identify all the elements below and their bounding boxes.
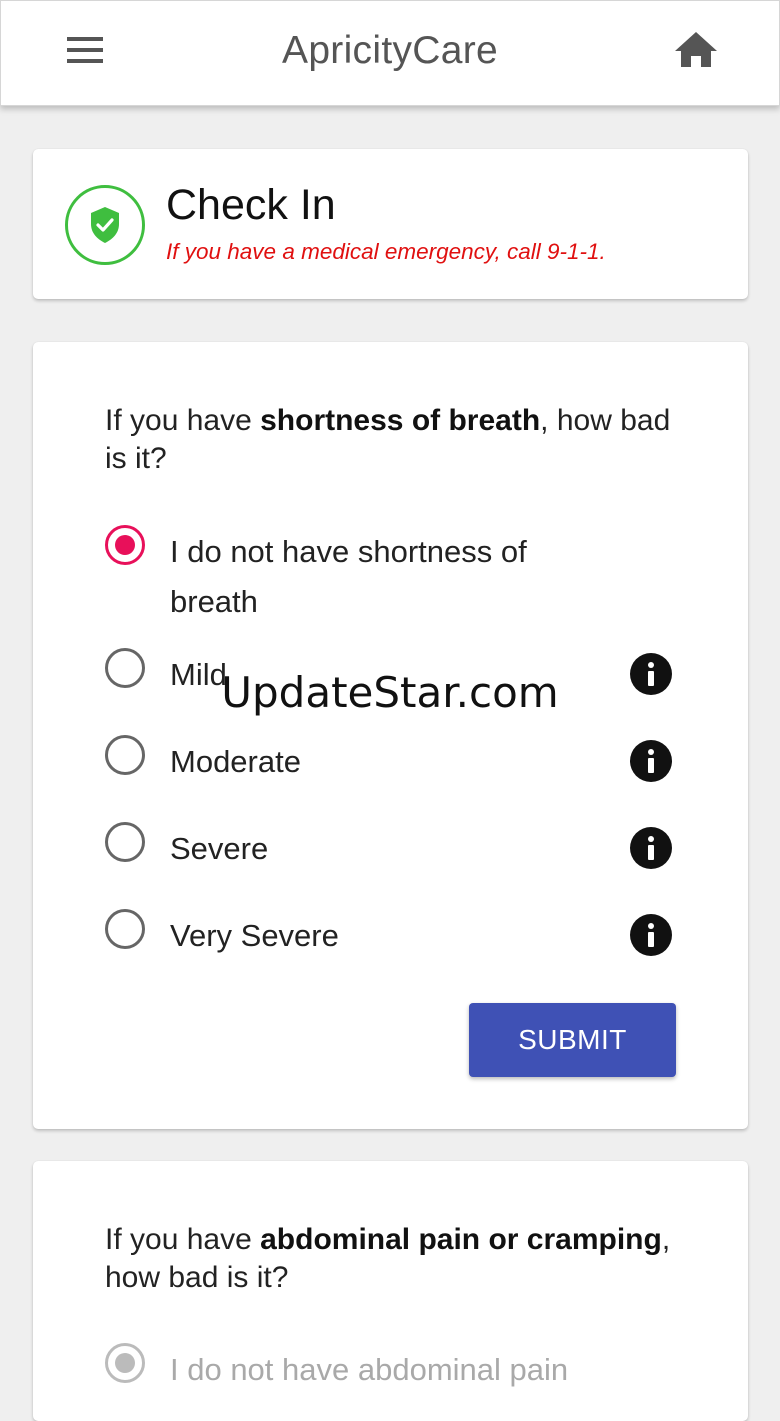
watermark: UpdateStar.com (221, 668, 559, 717)
radio-button[interactable] (105, 822, 145, 862)
option-label: Severe (170, 831, 269, 866)
info-icon[interactable] (630, 914, 672, 956)
option-severe[interactable]: Severe (105, 822, 685, 872)
app-title: ApricityCare (282, 29, 498, 72)
question-text: If you have abdominal pain or cramping, … (105, 1221, 695, 1297)
option-none[interactable]: I do not have shortness of breath (105, 525, 685, 619)
checkin-card: Check In If you have a medical emergency… (33, 149, 748, 299)
option-label: I do not have abdominal pain (170, 1352, 569, 1387)
radio-button-selected[interactable] (105, 1343, 145, 1383)
option-label: Moderate (170, 744, 301, 779)
option-moderate[interactable]: Moderate (105, 735, 685, 785)
shortness-of-breath-card: If you have shortness of breath, how bad… (33, 342, 748, 1129)
emergency-note: If you have a medical emergency, call 9-… (166, 239, 606, 264)
option-label: Very Severe (170, 918, 339, 953)
submit-button[interactable]: SUBMIT (469, 1003, 676, 1077)
radio-button-selected[interactable] (105, 525, 145, 565)
radio-button[interactable] (105, 735, 145, 775)
info-icon[interactable] (630, 740, 672, 782)
shield-check-icon (65, 185, 145, 265)
option-very-severe[interactable]: Very Severe (105, 909, 685, 959)
option-none[interactable]: I do not have abdominal pain (105, 1343, 685, 1393)
question-prefix: If you have (105, 404, 261, 437)
question-text: If you have shortness of breath, how bad… (105, 402, 695, 478)
question-symptom: abdominal pain or cramping (260, 1223, 662, 1256)
info-icon[interactable] (630, 827, 672, 869)
app-bar: ApricityCare (0, 0, 780, 106)
question-prefix: If you have (105, 1223, 261, 1256)
radio-button[interactable] (105, 909, 145, 949)
home-icon[interactable] (671, 27, 721, 73)
option-label: I do not have shortness of breath (170, 534, 527, 619)
question-symptom: shortness of breath (260, 404, 541, 437)
abdominal-pain-card: If you have abdominal pain or cramping, … (33, 1161, 748, 1421)
checkin-title: Check In (166, 181, 336, 229)
